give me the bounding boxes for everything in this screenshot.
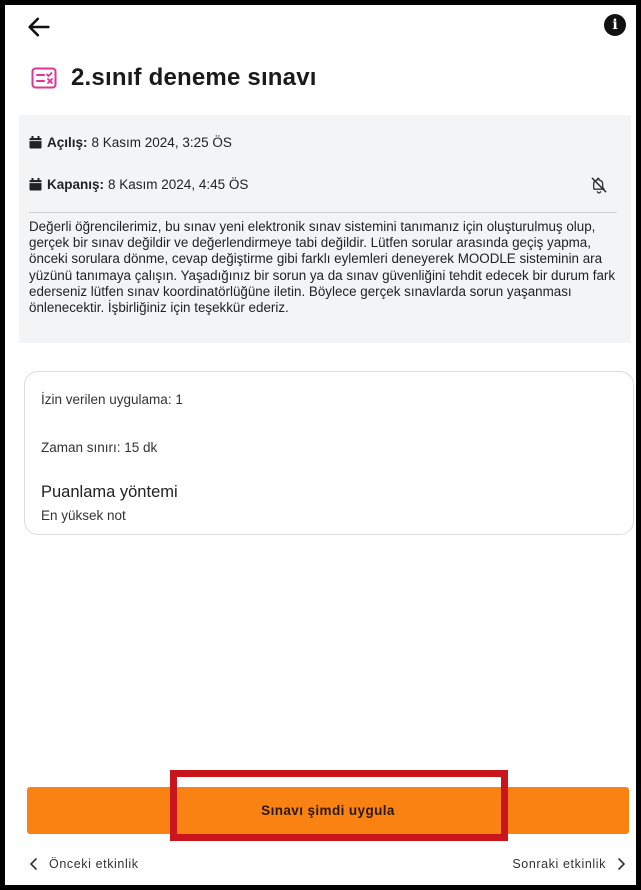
next-activity-label: Sonraki etkinlik bbox=[512, 857, 606, 871]
calendar-icon bbox=[29, 178, 42, 191]
previous-activity-label: Önceki etkinlik bbox=[49, 857, 139, 871]
start-attempt-button[interactable]: Sınavı şimdi uygula bbox=[27, 787, 629, 834]
open-date: Açılış: 8 Kasım 2024, 3:25 ÖS bbox=[29, 135, 232, 150]
next-activity-link[interactable]: Sonraki etkinlik bbox=[512, 857, 628, 871]
close-date-label: Kapanış: bbox=[47, 177, 105, 192]
divider bbox=[29, 212, 617, 213]
previous-activity-link[interactable]: Önceki etkinlik bbox=[27, 857, 139, 871]
chevron-right-icon bbox=[618, 858, 625, 870]
bell-off-icon[interactable] bbox=[589, 175, 609, 195]
activity-navigation: Önceki etkinlik Sonraki etkinlik bbox=[5, 851, 636, 885]
page-title: 2.sınıf deneme sınavı bbox=[71, 64, 317, 91]
app-screen: i 2.sınıf deneme sınavı Açılış: 8 Kasım … bbox=[5, 5, 636, 885]
quiz-description: Değerli öğrencilerimiz, bu sınav yeni el… bbox=[29, 219, 616, 316]
attempts-allowed: İzin verilen uygulama: 1 bbox=[41, 392, 183, 407]
grading-method-label: Puanlama yöntemi bbox=[41, 483, 178, 501]
calendar-icon bbox=[29, 136, 42, 149]
chevron-left-icon bbox=[30, 858, 37, 870]
quiz-icon bbox=[31, 67, 57, 89]
start-attempt-label: Sınavı şimdi uygula bbox=[261, 803, 395, 818]
title-row: 2.sınıf deneme sınavı bbox=[31, 61, 317, 95]
top-bar: i bbox=[5, 5, 636, 49]
open-date-label: Açılış: bbox=[47, 135, 88, 150]
info-icon[interactable]: i bbox=[604, 14, 626, 36]
close-date: Kapanış: 8 Kasım 2024, 4:45 ÖS bbox=[29, 177, 248, 192]
close-date-value: 8 Kasım 2024, 4:45 ÖS bbox=[108, 177, 249, 192]
grading-method-value: En yüksek not bbox=[41, 508, 126, 523]
quiz-info-card: İzin verilen uygulama: 1 Zaman sınırı: 1… bbox=[24, 371, 634, 535]
open-date-value: 8 Kasım 2024, 3:25 ÖS bbox=[91, 135, 232, 150]
time-limit: Zaman sınırı: 15 dk bbox=[41, 440, 158, 455]
arrow-left-icon[interactable] bbox=[25, 13, 53, 41]
activity-info-panel: Açılış: 8 Kasım 2024, 3:25 ÖS Kapanış: 8… bbox=[19, 115, 631, 343]
